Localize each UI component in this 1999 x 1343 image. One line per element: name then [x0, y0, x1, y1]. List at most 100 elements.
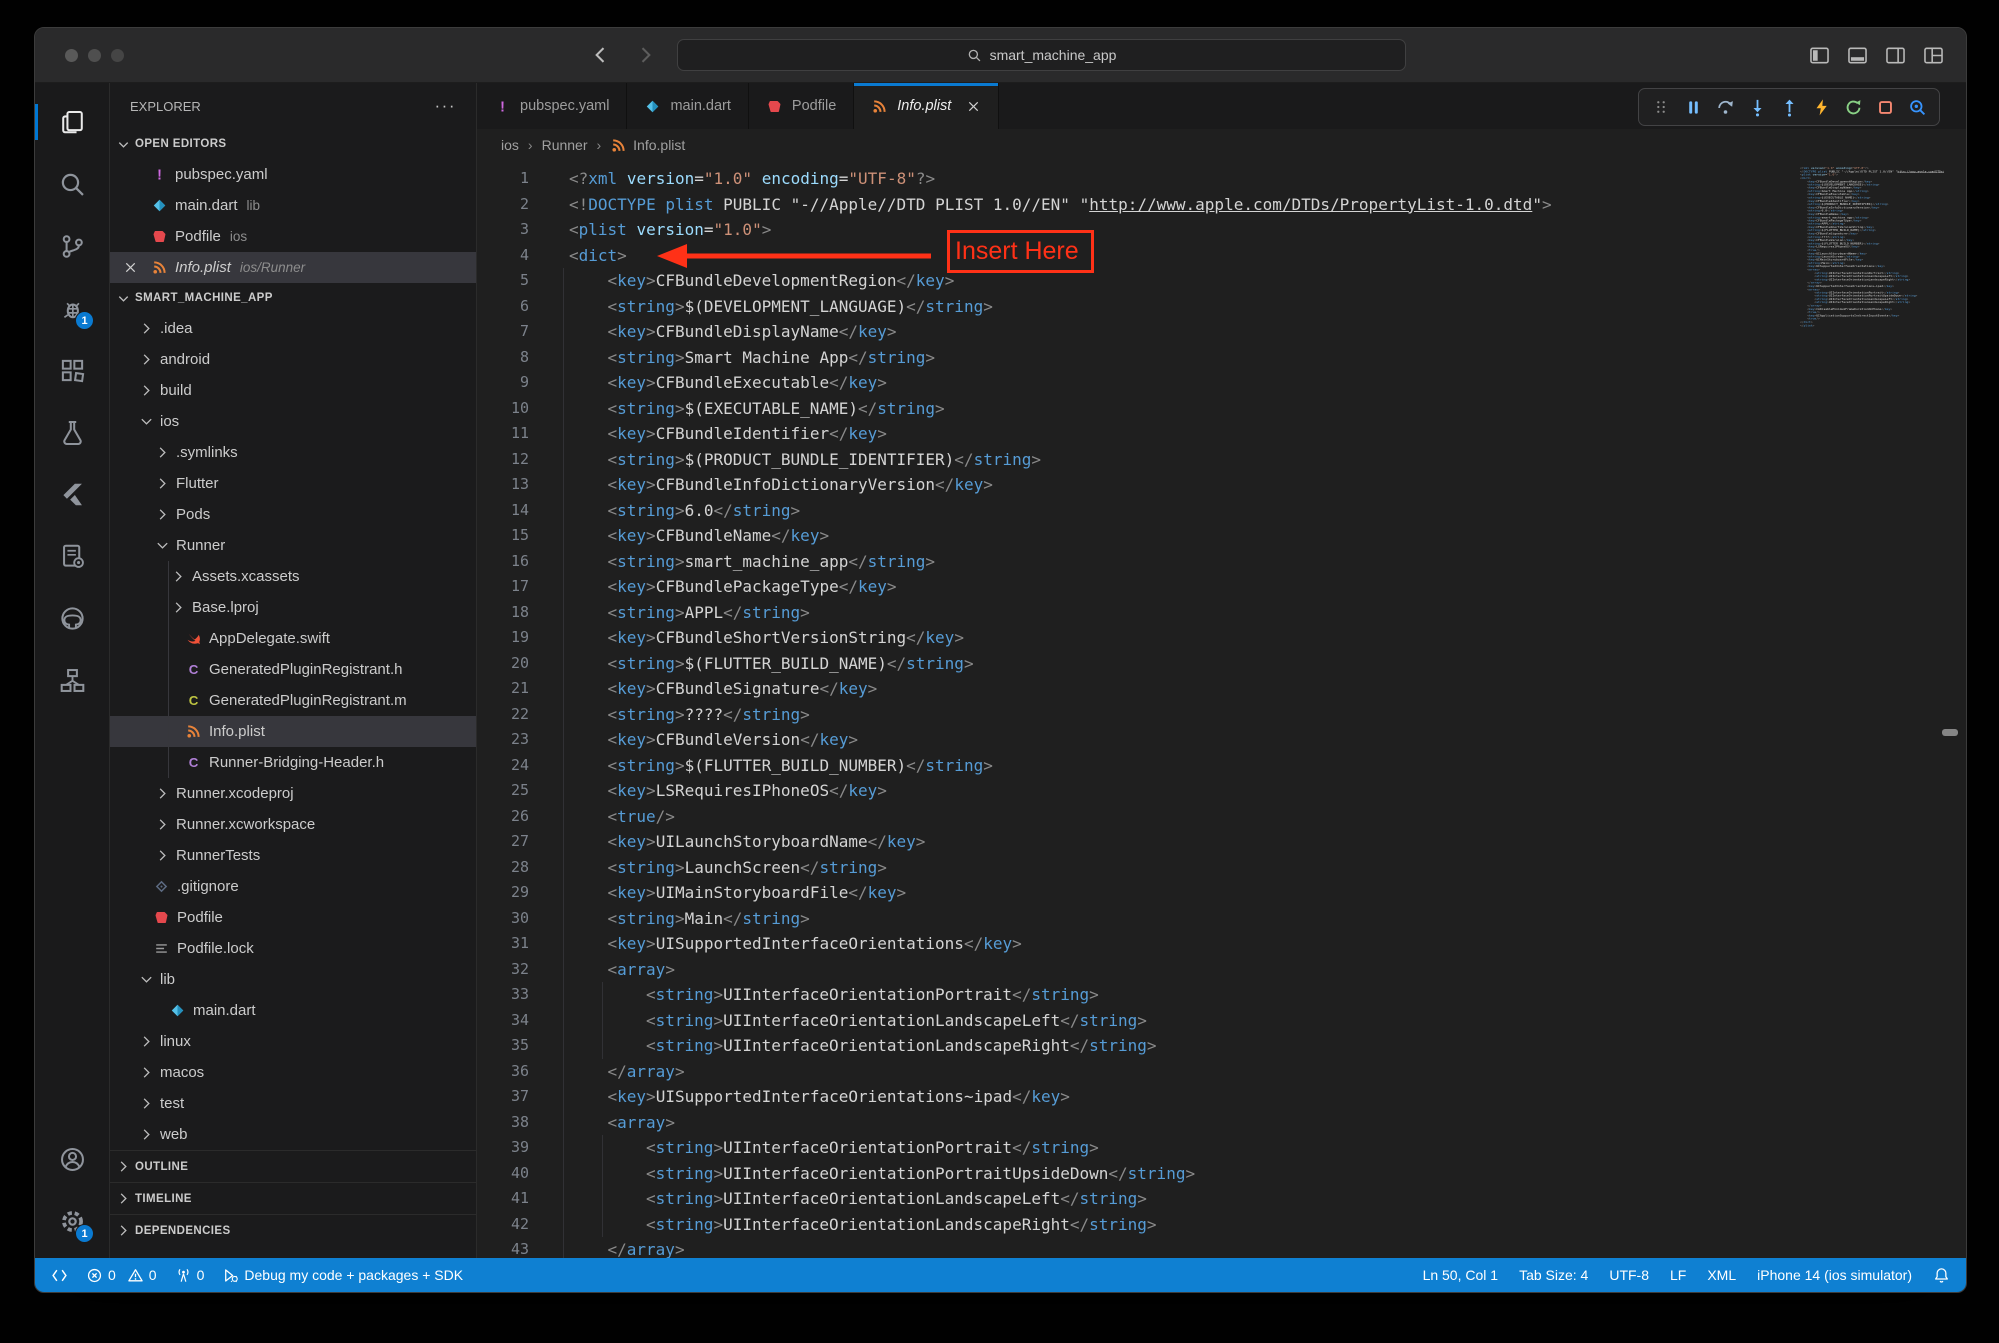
command-center-search[interactable]: smart_machine_app	[677, 39, 1406, 71]
tree-item-flutter[interactable]: Flutter	[110, 468, 476, 499]
status-utf-8[interactable]: UTF-8	[1609, 1267, 1649, 1283]
project-root-header[interactable]: SMART_MACHINE_APP	[110, 283, 476, 313]
code-line[interactable]: 24<string>$(FLUTTER_BUILD_NUMBER)</strin…	[477, 753, 1966, 779]
code-line[interactable]: 1<?xml version="1.0" encoding="UTF-8"?>	[477, 166, 1966, 192]
code-line[interactable]: 15<key>CFBundleName</key>	[477, 523, 1966, 549]
activity-github[interactable]	[35, 587, 109, 649]
code-line[interactable]: 12<string>$(PRODUCT_BUNDLE_IDENTIFIER)</…	[477, 447, 1966, 473]
code-line[interactable]: 8<string>Smart Machine App</string>	[477, 345, 1966, 371]
tab-main-dart[interactable]: main.dart	[627, 83, 748, 129]
tree-item-main-dart[interactable]: main.dart	[110, 995, 476, 1026]
code-line[interactable]: 21<key>CFBundleSignature</key>	[477, 676, 1966, 702]
activity-flutter[interactable]	[35, 463, 109, 525]
tree-item-runner-xcworkspace[interactable]: Runner.xcworkspace	[110, 809, 476, 840]
code-line[interactable]: 30<string>Main</string>	[477, 906, 1966, 932]
tree-item-linux[interactable]: linux	[110, 1026, 476, 1057]
close-icon[interactable]	[966, 99, 981, 114]
activity-extensions[interactable]	[35, 339, 109, 401]
code-line[interactable]: 42<string>UIInterfaceOrientationLandscap…	[477, 1212, 1966, 1238]
scrollbar-marker[interactable]	[1942, 729, 1958, 736]
breadcrumb-item-runner[interactable]: Runner	[542, 137, 588, 153]
remote-indicator-icon[interactable]	[51, 1267, 68, 1284]
tree-item-web[interactable]: web	[110, 1119, 476, 1150]
step-over-icon[interactable]	[1712, 93, 1738, 121]
section-timeline[interactable]: TIMELINE	[110, 1182, 476, 1214]
tree-item-idea[interactable]: .idea	[110, 313, 476, 344]
code-line[interactable]: 5<key>CFBundleDevelopmentRegion</key>	[477, 268, 1966, 294]
code-line[interactable]: 6<string>$(DEVELOPMENT_LANGUAGE)</string…	[477, 294, 1966, 320]
tree-item-runner[interactable]: Runner	[110, 530, 476, 561]
zoom-window-icon[interactable]	[111, 49, 124, 62]
pause-icon[interactable]	[1680, 93, 1706, 121]
forward-icon[interactable]	[635, 45, 655, 65]
code-line[interactable]: 10<string>$(EXECUTABLE_NAME)</string>	[477, 396, 1966, 422]
tree-item-generatedpluginregistrant-m[interactable]: CGeneratedPluginRegistrant.m	[110, 685, 476, 716]
code-line[interactable]: 32<array>	[477, 957, 1966, 983]
grip-icon[interactable]	[1648, 93, 1674, 121]
code-line[interactable]: 28<string>LaunchScreen</string>	[477, 855, 1966, 881]
tab-info-plist[interactable]: Info.plist	[854, 83, 999, 129]
tree-item-assets-xcassets[interactable]: Assets.xcassets	[110, 561, 476, 592]
tree-item-build[interactable]: build	[110, 375, 476, 406]
tree-item-ios[interactable]: ios	[110, 406, 476, 437]
code-line[interactable]: 31<key>UISupportedInterfaceOrientations<…	[477, 931, 1966, 957]
minimap[interactable]: <?xml version="1.0" encoding="UTF-8"?><!…	[1800, 167, 1944, 345]
code-line[interactable]: 29<key>UIMainStoryboardFile</key>	[477, 880, 1966, 906]
tree-item-base-lproj[interactable]: Base.lproj	[110, 592, 476, 623]
code-line[interactable]: 36</array>	[477, 1059, 1966, 1085]
tree-item-test[interactable]: test	[110, 1088, 476, 1119]
bell-icon[interactable]	[1933, 1267, 1950, 1284]
code-line[interactable]: 7<key>CFBundleDisplayName</key>	[477, 319, 1966, 345]
code-line[interactable]: 11<key>CFBundleIdentifier</key>	[477, 421, 1966, 447]
step-out-icon[interactable]	[1776, 93, 1802, 121]
section-outline[interactable]: OUTLINE	[110, 1150, 476, 1182]
toggle-panel-icon[interactable]	[1847, 45, 1868, 66]
customize-layout-icon[interactable]	[1923, 45, 1944, 66]
code-line[interactable]: 14<string>6.0</string>	[477, 498, 1966, 524]
code-line[interactable]: 19<key>CFBundleShortVersionString</key>	[477, 625, 1966, 651]
tree-item-android[interactable]: android	[110, 344, 476, 375]
stop-icon[interactable]	[1872, 93, 1898, 121]
activity-search[interactable]	[35, 153, 109, 215]
close-window-icon[interactable]	[65, 49, 78, 62]
debug-status[interactable]: Debug my code + packages + SDK	[222, 1267, 463, 1284]
code-line[interactable]: 22<string>????</string>	[477, 702, 1966, 728]
tree-item-podfile[interactable]: Podfile	[110, 902, 476, 933]
activity-explorer[interactable]	[35, 91, 109, 153]
tab-pubspec-yaml[interactable]: !pubspec.yaml	[477, 83, 627, 129]
open-editor-pubspec-yaml[interactable]: !pubspec.yaml	[110, 159, 476, 190]
code-line[interactable]: 35<string>UIInterfaceOrientationLandscap…	[477, 1033, 1966, 1059]
code-line[interactable]: 43</array>	[477, 1237, 1966, 1258]
status-xml[interactable]: XML	[1707, 1267, 1736, 1283]
breadcrumb-item-ios[interactable]: ios	[501, 137, 519, 153]
more-actions-icon[interactable]: ···	[435, 96, 456, 116]
open-editor-info-plist[interactable]: Info.plistios/Runner	[110, 252, 476, 283]
tree-item-pods[interactable]: Pods	[110, 499, 476, 530]
status-ln-50-col-1[interactable]: Ln 50, Col 1	[1423, 1267, 1499, 1283]
status-tab-size-4[interactable]: Tab Size: 4	[1519, 1267, 1588, 1283]
restart-icon[interactable]	[1840, 93, 1866, 121]
activity-project[interactable]	[35, 525, 109, 587]
tree-item-generatedpluginregistrant-h[interactable]: CGeneratedPluginRegistrant.h	[110, 654, 476, 685]
close-icon[interactable]	[123, 260, 138, 275]
breadcrumb-item-info-plist[interactable]: Info.plist	[610, 137, 685, 154]
code-line[interactable]: 40<string>UIInterfaceOrientationPortrait…	[477, 1161, 1966, 1187]
code-editor[interactable]: 1<?xml version="1.0" encoding="UTF-8"?> 2…	[477, 161, 1966, 1258]
section-dependencies[interactable]: DEPENDENCIES	[110, 1214, 476, 1246]
activity-run-debug[interactable]: 1	[35, 277, 109, 339]
tree-item-runner-xcodeproj[interactable]: Runner.xcodeproj	[110, 778, 476, 809]
activity-settings[interactable]: 1	[35, 1190, 109, 1252]
code-line[interactable]: 13<key>CFBundleInfoDictionaryVersion</ke…	[477, 472, 1966, 498]
code-line[interactable]: 25<key>LSRequiresIPhoneOS</key>	[477, 778, 1966, 804]
code-line[interactable]: 3<plist version="1.0">	[477, 217, 1966, 243]
status-iphone-14-ios-simulator[interactable]: iPhone 14 (ios simulator)	[1757, 1267, 1912, 1283]
code-line[interactable]: 9<key>CFBundleExecutable</key>	[477, 370, 1966, 396]
code-line[interactable]: 16<string>smart_machine_app</string>	[477, 549, 1966, 575]
hot-reload-icon[interactable]	[1808, 93, 1834, 121]
code-line[interactable]: 38<array>	[477, 1110, 1966, 1136]
tree-item-appdelegate-swift[interactable]: AppDelegate.swift	[110, 623, 476, 654]
tab-podfile[interactable]: Podfile	[749, 83, 854, 129]
code-line[interactable]: 39<string>UIInterfaceOrientationPortrait…	[477, 1135, 1966, 1161]
tree-item-lib[interactable]: lib	[110, 964, 476, 995]
toggle-sidebar-icon[interactable]	[1809, 45, 1830, 66]
